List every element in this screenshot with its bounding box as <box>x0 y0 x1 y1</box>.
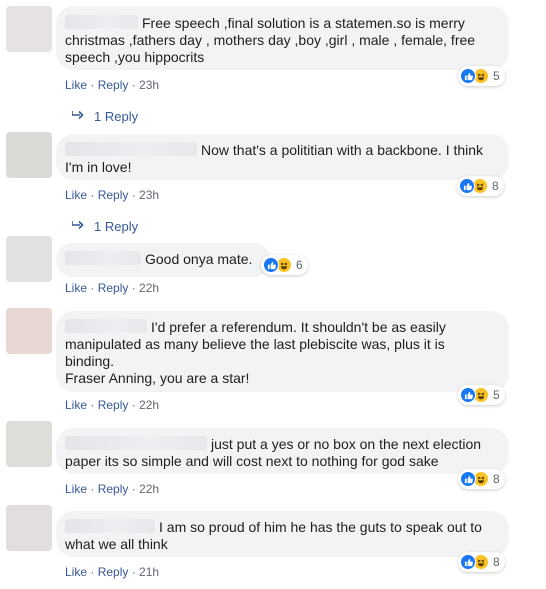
reaction-summary[interactable]: 5 <box>458 385 505 405</box>
reaction-count: 8 <box>493 471 500 486</box>
redacted-author-name[interactable] <box>65 142 197 156</box>
avatar[interactable] <box>6 236 52 282</box>
reply-link[interactable]: Reply <box>98 565 129 579</box>
redacted-author-name[interactable] <box>65 519 155 533</box>
like-thumb-icon <box>460 387 476 403</box>
like-link[interactable]: Like <box>65 188 87 202</box>
comment-bubble: just put a yes or no box on the next ele… <box>56 428 509 474</box>
comment-bubble: Free speech ,final solution is a stateme… <box>56 6 509 70</box>
comment-actions: Like · Reply · 21h <box>65 565 160 579</box>
view-replies[interactable]: 1 Reply <box>71 108 138 125</box>
timestamp[interactable]: 22h <box>139 398 159 412</box>
redacted-author-name[interactable] <box>65 436 207 450</box>
reply-link[interactable]: Reply <box>98 78 129 92</box>
comment-bubble: I am so proud of him he has the guts to … <box>56 511 509 557</box>
reply-arrow-icon <box>71 218 84 235</box>
comment-bubble: Now that's a polititian with a backbone.… <box>56 134 509 180</box>
reaction-summary[interactable]: 8 <box>458 552 505 572</box>
comment-actions: Like · Reply · 22h <box>65 281 160 295</box>
comment-text: Good onya mate. <box>145 251 253 267</box>
like-thumb-icon <box>460 68 476 84</box>
reaction-summary[interactable]: 6 <box>261 255 308 275</box>
replies-count-label[interactable]: 1 Reply <box>94 218 138 235</box>
like-link[interactable]: Like <box>65 281 87 295</box>
reaction-count: 6 <box>296 257 303 272</box>
comment-actions: Like · Reply · 23h <box>65 78 160 92</box>
reply-arrow-icon <box>71 108 84 125</box>
reply-link[interactable]: Reply <box>98 398 129 412</box>
like-thumb-icon <box>263 257 279 273</box>
reaction-summary[interactable]: 8 <box>457 176 504 196</box>
reaction-summary[interactable]: 5 <box>458 66 505 86</box>
comment-actions: Like · Reply · 23h <box>65 188 160 202</box>
avatar[interactable] <box>6 132 52 178</box>
like-link[interactable]: Like <box>65 482 87 496</box>
reaction-count: 5 <box>493 387 500 402</box>
like-link[interactable]: Like <box>65 78 87 92</box>
like-thumb-icon <box>460 471 476 487</box>
reply-link[interactable]: Reply <box>98 482 129 496</box>
comment-text-line: Fraser Anning, you are a star! <box>65 370 250 386</box>
comment-bubble: I'd prefer a referendum. It shouldn't be… <box>56 311 509 392</box>
reaction-count: 5 <box>493 68 500 83</box>
comment-bubble: Good onya mate. <box>56 243 271 277</box>
like-link[interactable]: Like <box>65 565 87 579</box>
replies-count-label[interactable]: 1 Reply <box>94 108 138 125</box>
comment-actions: Like · Reply · 22h <box>65 482 160 496</box>
like-link[interactable]: Like <box>65 398 87 412</box>
redacted-author-name[interactable] <box>65 251 141 265</box>
avatar[interactable] <box>6 505 52 551</box>
reply-link[interactable]: Reply <box>98 281 129 295</box>
timestamp[interactable]: 22h <box>139 281 159 295</box>
timestamp[interactable]: 21h <box>139 565 159 579</box>
like-thumb-icon <box>459 178 475 194</box>
avatar[interactable] <box>6 421 52 467</box>
reaction-count: 8 <box>492 178 499 193</box>
avatar[interactable] <box>6 308 52 354</box>
avatar[interactable] <box>6 6 52 52</box>
timestamp[interactable]: 23h <box>139 78 159 92</box>
like-thumb-icon <box>460 554 476 570</box>
redacted-author-name[interactable] <box>65 319 147 333</box>
timestamp[interactable]: 22h <box>139 482 159 496</box>
redacted-author-name[interactable] <box>65 15 138 29</box>
reaction-summary[interactable]: 8 <box>458 469 505 489</box>
reaction-count: 8 <box>493 554 500 569</box>
view-replies[interactable]: 1 Reply <box>71 218 138 235</box>
reply-link[interactable]: Reply <box>98 188 129 202</box>
comment-actions: Like · Reply · 22h <box>65 398 160 412</box>
timestamp[interactable]: 23h <box>139 188 159 202</box>
